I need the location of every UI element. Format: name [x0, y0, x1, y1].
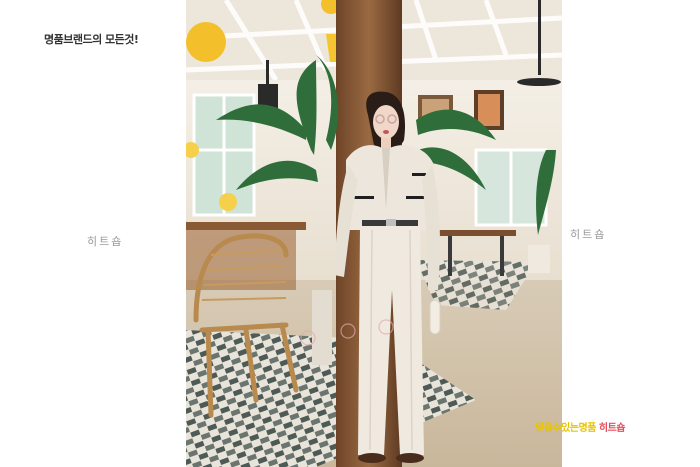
cafe-scene-illustration — [186, 0, 562, 467]
product-page: 명품브랜드의 모든것! 히트숍 히트숍 믿을수있는명품 히트숍 — [0, 0, 700, 467]
slogan-part-yellow: 믿을수있는명품 — [535, 423, 599, 434]
watermark-right: 히트숍 — [570, 228, 607, 241]
slogan-part-red: 히트숍 — [598, 423, 626, 434]
product-photo — [186, 0, 562, 467]
watermark-left: 히트숍 — [87, 235, 124, 248]
brand-tagline: 명품브랜드의 모든것! — [44, 33, 139, 46]
brand-slogan: 믿을수있는명품 히트숍 — [535, 419, 626, 434]
